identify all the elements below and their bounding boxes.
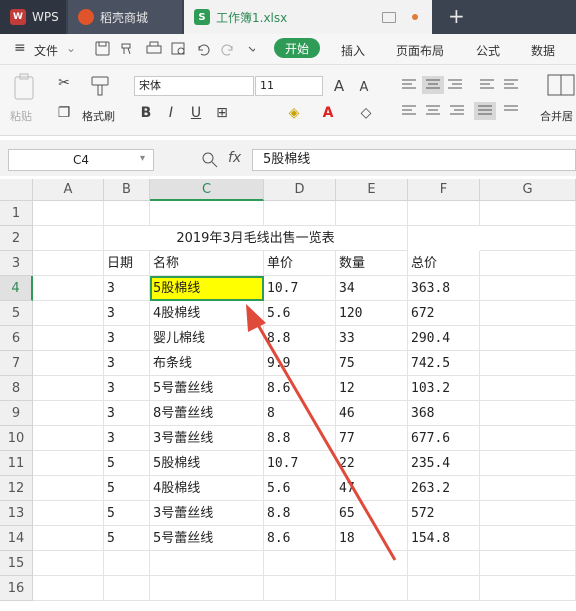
- annotation-arrow: [246, 304, 397, 561]
